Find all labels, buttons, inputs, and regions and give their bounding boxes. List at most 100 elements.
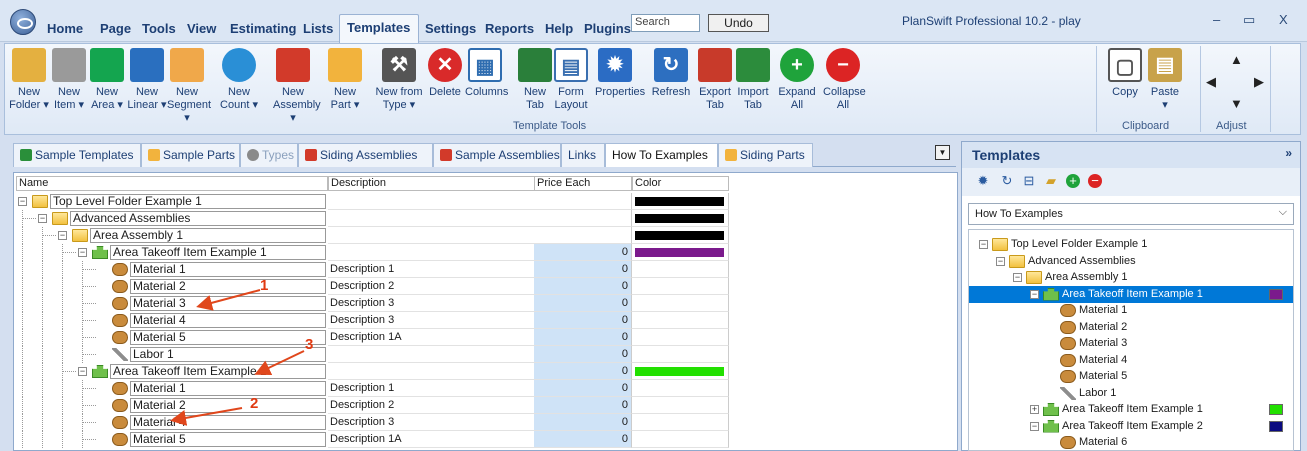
tab-links[interactable]: Links bbox=[561, 143, 605, 167]
item-price-each[interactable] bbox=[534, 193, 632, 210]
close-button[interactable]: X bbox=[1279, 12, 1288, 27]
tree-item[interactable]: − Area Takeoff Item Example 2 bbox=[969, 418, 1293, 435]
item-name[interactable]: Material 2 bbox=[130, 398, 326, 413]
tab-sample-templates[interactable]: Sample Templates bbox=[13, 143, 141, 167]
table-row[interactable]: − Area Takeoff Item Example 1 0 bbox=[14, 244, 957, 261]
item-description[interactable]: Description 1A bbox=[328, 431, 535, 448]
item-name[interactable]: Labor 1 bbox=[130, 347, 326, 362]
item-description[interactable]: Description 3 bbox=[328, 295, 535, 312]
table-row[interactable]: Material 1 Description 10 bbox=[14, 380, 957, 397]
item-description[interactable] bbox=[328, 346, 535, 363]
gear-icon[interactable]: ✹ bbox=[976, 174, 990, 188]
tree-item[interactable]: Material 6 bbox=[969, 434, 1293, 450]
expander-toggle-icon[interactable]: − bbox=[78, 248, 87, 257]
tree-item[interactable]: − Area Assembly 1 bbox=[969, 269, 1293, 286]
undo-button[interactable]: Undo bbox=[708, 14, 769, 32]
chevron-down-icon[interactable]: ⌵ bbox=[1279, 206, 1287, 219]
item-color-cell[interactable] bbox=[632, 210, 729, 227]
item-name[interactable]: Material 4 bbox=[130, 313, 326, 328]
tab-list-dropdown-icon[interactable]: ▼ bbox=[935, 145, 950, 160]
table-row[interactable]: Material 2 Description 20 bbox=[14, 397, 957, 414]
item-name[interactable]: Material 1 bbox=[130, 262, 326, 277]
ribbon-button-columns[interactable]: ▦ Columns bbox=[465, 48, 508, 120]
tab-siding-parts[interactable]: Siding Parts bbox=[718, 143, 813, 167]
tab-how-to-examples[interactable]: How To Examples bbox=[605, 143, 718, 167]
item-description[interactable] bbox=[328, 210, 535, 227]
tree-item[interactable]: − Area Takeoff Item Example 1 bbox=[969, 285, 1293, 303]
tree-item[interactable]: Material 1 bbox=[969, 302, 1293, 319]
item-color-cell[interactable] bbox=[632, 431, 729, 448]
tree-item[interactable]: + Area Takeoff Item Example 1 bbox=[969, 401, 1293, 418]
ribbon-button-new-tab[interactable]: New Tab bbox=[515, 48, 555, 120]
ribbon-button-segment[interactable]: New Segment ▾ bbox=[167, 48, 211, 124]
app-menu-icon[interactable] bbox=[10, 9, 36, 35]
item-price-each[interactable]: 0 bbox=[534, 346, 632, 363]
ribbon-button-import[interactable]: Import Tab bbox=[733, 48, 773, 120]
expander-toggle-icon[interactable]: − bbox=[78, 367, 87, 376]
maximize-button[interactable]: ▭ bbox=[1243, 12, 1255, 28]
menu-estimating[interactable]: Estimating bbox=[230, 21, 296, 36]
item-price-each[interactable]: 0 bbox=[534, 363, 632, 380]
tree-item[interactable]: Material 5 bbox=[969, 368, 1293, 385]
table-row[interactable]: Material 3 Description 30 bbox=[14, 295, 957, 312]
ribbon-button-folder[interactable]: New Folder ▾ bbox=[9, 48, 49, 120]
tree-item[interactable]: − Advanced Assemblies bbox=[969, 253, 1293, 270]
table-row[interactable]: Material 5 Description 1A 0 bbox=[14, 431, 957, 448]
tree-item[interactable]: Material 2 bbox=[969, 319, 1293, 336]
expander-toggle-icon[interactable]: − bbox=[996, 256, 1005, 266]
ribbon-button-area[interactable]: New Area ▾ bbox=[87, 48, 127, 120]
item-price-each[interactable]: 0 bbox=[534, 414, 632, 431]
item-color-cell[interactable] bbox=[632, 227, 729, 244]
item-color-cell[interactable] bbox=[632, 244, 729, 261]
item-description[interactable]: Description 2 bbox=[328, 397, 535, 414]
ribbon-button-form-layout[interactable]: ▤ Form Layout bbox=[551, 48, 591, 120]
side-template-tree[interactable]: − Top Level Folder Example 1− Advanced Ass… bbox=[968, 229, 1294, 451]
tree-item[interactable]: Material 4 bbox=[969, 352, 1293, 369]
remove-icon[interactable]: − bbox=[1088, 174, 1102, 188]
expander-toggle-icon[interactable]: − bbox=[1030, 289, 1039, 299]
ribbon-button-part[interactable]: New Part ▾ bbox=[325, 48, 365, 120]
item-color-cell[interactable] bbox=[632, 380, 729, 397]
item-price-each[interactable]: 0 bbox=[534, 278, 632, 295]
table-row[interactable]: Material 2 Description 20 bbox=[14, 278, 957, 295]
item-description[interactable]: Description 1 bbox=[328, 261, 535, 278]
expander-toggle-icon[interactable]: − bbox=[1030, 421, 1039, 431]
item-color-cell[interactable] bbox=[632, 312, 729, 329]
tree-item[interactable]: Labor 1 bbox=[969, 385, 1293, 402]
ribbon-button-export[interactable]: Export Tab bbox=[695, 48, 735, 120]
item-name[interactable]: Top Level Folder Example 1 bbox=[50, 194, 326, 209]
menu-plugins[interactable]: Plugins bbox=[584, 21, 631, 36]
expander-toggle-icon[interactable]: − bbox=[1013, 273, 1022, 282]
menu-settings[interactable]: Settings bbox=[425, 21, 476, 36]
item-name[interactable]: Area Takeoff Item Example 1 bbox=[110, 245, 326, 260]
menu-lists[interactable]: Lists bbox=[303, 21, 333, 36]
item-color-cell[interactable] bbox=[632, 363, 729, 380]
ribbon-button-minus[interactable]: − Collapse All bbox=[823, 48, 866, 120]
search-input[interactable]: Search bbox=[631, 14, 700, 32]
item-description[interactable] bbox=[328, 363, 535, 380]
column-header-color[interactable]: Color bbox=[632, 176, 729, 191]
item-price-each[interactable]: 0 bbox=[534, 295, 632, 312]
expander-toggle-icon[interactable]: − bbox=[38, 214, 47, 223]
tab-types[interactable]: Types bbox=[240, 143, 298, 167]
table-row[interactable]: − Area Assembly 1 bbox=[14, 227, 957, 244]
item-description[interactable]: Description 2 bbox=[328, 278, 535, 295]
arrow-up-icon[interactable]: ▲ bbox=[1230, 52, 1243, 67]
item-description[interactable] bbox=[328, 227, 535, 244]
expander-toggle-icon[interactable]: + bbox=[1030, 405, 1039, 414]
ribbon-button-linear[interactable]: New Linear ▾ bbox=[127, 48, 167, 120]
tab-siding-assemblies[interactable]: Siding Assemblies bbox=[298, 143, 433, 167]
menu-templates[interactable]: Templates bbox=[347, 20, 410, 35]
item-name[interactable]: Area Assembly 1 bbox=[90, 228, 326, 243]
tree-item[interactable]: Material 3 bbox=[969, 335, 1293, 352]
table-row[interactable]: − Advanced Assemblies bbox=[14, 210, 957, 227]
arrow-right-icon[interactable]: ▶ bbox=[1254, 74, 1264, 90]
arrow-down-icon[interactable]: ▼ bbox=[1230, 96, 1243, 111]
item-price-each[interactable]: 0 bbox=[534, 261, 632, 278]
item-price-each[interactable] bbox=[534, 210, 632, 227]
item-name[interactable]: Area Takeoff Item Example 1 bbox=[110, 364, 326, 379]
ribbon-button-assembly[interactable]: New Assembly ▾ bbox=[273, 48, 321, 124]
item-color-cell[interactable] bbox=[632, 346, 729, 363]
ribbon-button-count[interactable]: New Count ▾ bbox=[219, 48, 259, 120]
ribbon-button-cube-gray[interactable]: New Item ▾ bbox=[49, 48, 89, 120]
